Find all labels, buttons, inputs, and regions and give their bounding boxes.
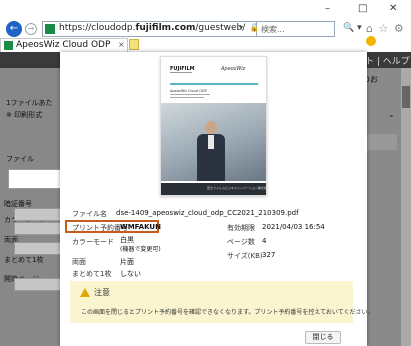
window-controls: – □ ✕ (321, 0, 411, 20)
preview-text-line (170, 97, 204, 98)
background-label: 1ファイルあた (6, 99, 53, 107)
home-star-gear-icon[interactable]: ⌂ ☆ ⚙ (366, 22, 405, 35)
site-icon (45, 24, 55, 34)
notice-message: この画面を閉じるとプリント予約番号を確認できなくなります。プリント予約番号を控え… (81, 309, 374, 316)
duplex-value: 片面 (120, 258, 134, 266)
search-input[interactable]: 検索... (257, 21, 335, 37)
document-preview: FUJIFILM ApeosWiz ApeosWiz Cloud ODP 富士フ… (160, 56, 270, 196)
url-field[interactable]: https://cloudodp.fujifilm.com/guestweb/ … (42, 21, 273, 37)
person-head (205, 121, 217, 135)
back-button[interactable]: ← (6, 21, 22, 37)
preview-footer-text: 富士フイルムビジネスイノベーション株式会社 (207, 186, 270, 190)
size-label: サイズ(KB) (227, 252, 263, 260)
preview-accent-line (170, 83, 258, 85)
site-favicon-icon (4, 41, 13, 50)
address-bar-row: ← → https://cloudodp.fujifilm.com/guestw… (0, 20, 411, 46)
background-label: ファイル (6, 155, 34, 163)
person-shirt (208, 135, 214, 149)
url-text: https://cloudodp.fujifilm.com/guestweb/ (59, 23, 246, 33)
screen: – □ ✕ ← → https://cloudodp.fujifilm.com/… (0, 0, 411, 346)
preview-brand-underline (170, 72, 192, 73)
expiry-label: 有効期限 (227, 224, 255, 232)
maximize-button[interactable]: □ (358, 3, 367, 14)
tab-close-icon[interactable]: × (118, 40, 125, 49)
reservation-number-value: WMFAKUN (120, 223, 161, 231)
preview-logo: ApeosWiz (221, 66, 246, 72)
duplex-label: 両面 (72, 258, 86, 266)
close-button[interactable]: 閉じる (305, 331, 341, 344)
search-placeholder: 検索... (261, 25, 285, 34)
print-reservation-dialog: FUJIFILM ApeosWiz ApeosWiz Cloud ODP 富士フ… (60, 52, 374, 346)
background-field (14, 222, 64, 235)
forward-button[interactable]: → (25, 23, 37, 35)
preview-title: ApeosWiz Cloud ODP (170, 89, 207, 93)
notice-title: 注意 (94, 288, 110, 297)
warning-notice: 注意 この画面を閉じるとプリント予約番号を確認できなくなります。プリント予約番号… (70, 281, 374, 323)
background-label: ※ 印刷形式 (6, 111, 43, 119)
minimize-button[interactable]: – (325, 3, 330, 14)
nup-label: まとめて1枚 (72, 270, 112, 278)
background-label: まとめて1枚 (4, 256, 44, 264)
preview-text-line (170, 94, 210, 95)
tab-strip: ApeosWiz Cloud ODP × (0, 38, 411, 52)
scrollbar[interactable] (401, 68, 411, 346)
new-tab-button[interactable] (129, 39, 139, 50)
background-field (14, 208, 64, 221)
background-field (14, 278, 64, 291)
chevron-down-icon: ⌄ (388, 110, 395, 119)
pages-value: 4 (262, 237, 267, 245)
warning-icon (80, 288, 90, 297)
color-mode-note: (機器で変更可) (120, 246, 161, 253)
color-mode-label: カラーモード (72, 238, 114, 246)
nup-value: しない (120, 270, 141, 278)
search-icon[interactable]: 🔍 ▾ (343, 23, 362, 33)
background-input (8, 169, 64, 189)
close-window-button[interactable]: ✕ (389, 3, 397, 14)
preview-photo (161, 103, 266, 181)
file-name-label: ファイル名 (72, 210, 107, 218)
background-field (14, 242, 64, 255)
pages-label: ページ数 (227, 238, 255, 246)
tab-apeoswiz[interactable]: ApeosWiz Cloud ODP × (0, 38, 128, 52)
size-value: 327 (262, 251, 276, 259)
expiry-value: 2021/04/03 16:54 (262, 223, 325, 231)
tab-label: ApeosWiz Cloud ODP (16, 40, 111, 50)
scrollbar-thumb[interactable] (402, 86, 410, 108)
file-name-value: dse-1409_apeoswiz_cloud_odp_CC2021_21030… (116, 209, 299, 217)
